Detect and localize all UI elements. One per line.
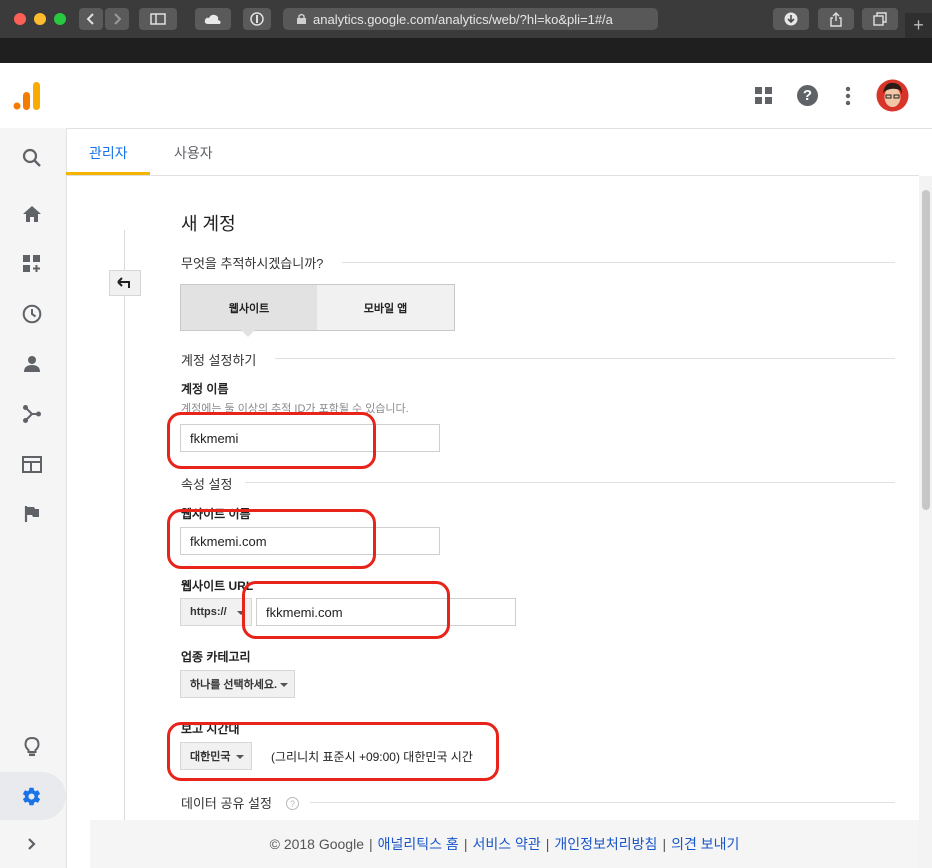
page-title: 새 계정 (181, 214, 236, 234)
url-text: analytics.google.com/analytics/web/?hl=k… (313, 11, 613, 27)
help-circle-icon[interactable]: ? (286, 797, 299, 810)
help-icon[interactable]: ? (797, 85, 818, 106)
analytics-logo-icon (13, 82, 40, 110)
footer-link-analytics-home[interactable]: 애널리틱스 홈 (378, 834, 459, 854)
plus-icon: + (913, 15, 924, 35)
expand-icon[interactable] (21, 833, 43, 855)
industry-label: 업종 카테고리 (181, 650, 251, 664)
tab-divider (66, 175, 919, 176)
conversions-icon[interactable] (21, 503, 43, 525)
footer-link-terms[interactable]: 서비스 약관 (472, 834, 540, 854)
1password-icon (250, 12, 264, 26)
footer-separator: | (369, 836, 373, 852)
scrollbar-thumb[interactable] (922, 190, 930, 510)
section-rule (275, 358, 895, 359)
return-arrow-icon (117, 277, 130, 288)
footer-link-feedback[interactable]: 의견 보내기 (671, 834, 739, 854)
forward-button[interactable] (105, 8, 129, 30)
app-header: ? (0, 63, 932, 129)
apps-grid-icon[interactable] (755, 87, 773, 105)
caret-down-icon (280, 683, 288, 687)
address-bar[interactable]: analytics.google.com/analytics/web/?hl=k… (283, 8, 658, 30)
copyright-text: © 2018 Google (269, 836, 364, 852)
avatar[interactable] (876, 79, 909, 112)
acquisition-icon[interactable] (21, 403, 43, 425)
realtime-icon[interactable] (21, 303, 43, 325)
property-section-heading: 속성 설정 (181, 477, 233, 492)
annotation-circle (167, 412, 376, 469)
audience-icon[interactable] (21, 353, 43, 375)
new-tab-button[interactable]: + (905, 13, 932, 38)
industry-dropdown[interactable]: 하나를 선택하세요. (180, 670, 295, 698)
home-icon[interactable] (21, 203, 43, 225)
admin-gear-icon (22, 787, 41, 806)
protocol-value: https:// (190, 606, 227, 618)
selected-pointer (241, 330, 255, 337)
tab-user[interactable]: 사용자 (174, 143, 213, 163)
sidebar-toggle-button[interactable] (139, 8, 177, 30)
sidebar-item-admin[interactable] (0, 772, 66, 820)
footer-separator: | (545, 836, 550, 852)
section-rule (310, 802, 895, 803)
browser-toolbar: analytics.google.com/analytics/web/?hl=k… (0, 0, 932, 39)
discover-icon[interactable] (21, 736, 43, 758)
chevron-right-icon (114, 13, 122, 25)
left-nav (0, 128, 67, 868)
annotation-circle (242, 581, 450, 639)
annotation-circle (167, 509, 376, 569)
share-icon (830, 11, 842, 27)
more-vert-icon[interactable] (845, 86, 851, 106)
minimize-window-button[interactable] (34, 13, 46, 25)
icloud-button[interactable] (195, 8, 231, 30)
chevron-left-icon (86, 13, 94, 25)
downloads-button[interactable] (773, 8, 809, 30)
share-button[interactable] (818, 8, 854, 30)
zoom-window-button[interactable] (54, 13, 66, 25)
lock-icon (297, 13, 306, 24)
download-icon (784, 12, 798, 26)
footer-link-privacy[interactable]: 개인정보처리방침 (554, 834, 657, 854)
industry-value: 하나를 선택하세요. (190, 679, 278, 691)
sidebar-icon (150, 13, 166, 25)
footer-separator: | (662, 836, 667, 852)
back-to-admin-button[interactable] (109, 270, 141, 296)
tab-admin[interactable]: 관리자 (89, 143, 128, 163)
mobile-app-option-button[interactable]: 모바일 앱 (317, 284, 455, 331)
account-name-label: 계정 이름 (181, 382, 229, 396)
behavior-icon[interactable] (21, 453, 43, 475)
cloud-icon (204, 14, 221, 24)
close-window-button[interactable] (14, 13, 26, 25)
section-rule (245, 482, 895, 483)
password-manager-button[interactable] (243, 8, 271, 30)
column-divider (124, 230, 125, 820)
account-section-heading: 계정 설정하기 (181, 353, 257, 368)
annotation-circle (167, 722, 499, 781)
track-question-label: 무엇을 추적하시겠습니까? (181, 256, 324, 271)
search-icon[interactable] (21, 147, 43, 169)
help-glyph: ? (802, 87, 813, 104)
tab-overview-button[interactable] (862, 8, 898, 30)
back-button[interactable] (79, 8, 103, 30)
section-rule (342, 262, 895, 263)
tab-strip (0, 38, 932, 63)
tabs-icon (873, 12, 887, 26)
customization-icon[interactable] (21, 253, 43, 275)
website-option-button[interactable]: 웹사이트 (180, 284, 318, 331)
data-sharing-heading: 데이터 공유 설정 (181, 796, 272, 811)
footer-separator: | (463, 836, 468, 852)
footer: © 2018 Google | 애널리틱스 홈 | 서비스 약관 | 개인정보처… (90, 820, 919, 868)
help-glyph: ? (289, 799, 295, 809)
